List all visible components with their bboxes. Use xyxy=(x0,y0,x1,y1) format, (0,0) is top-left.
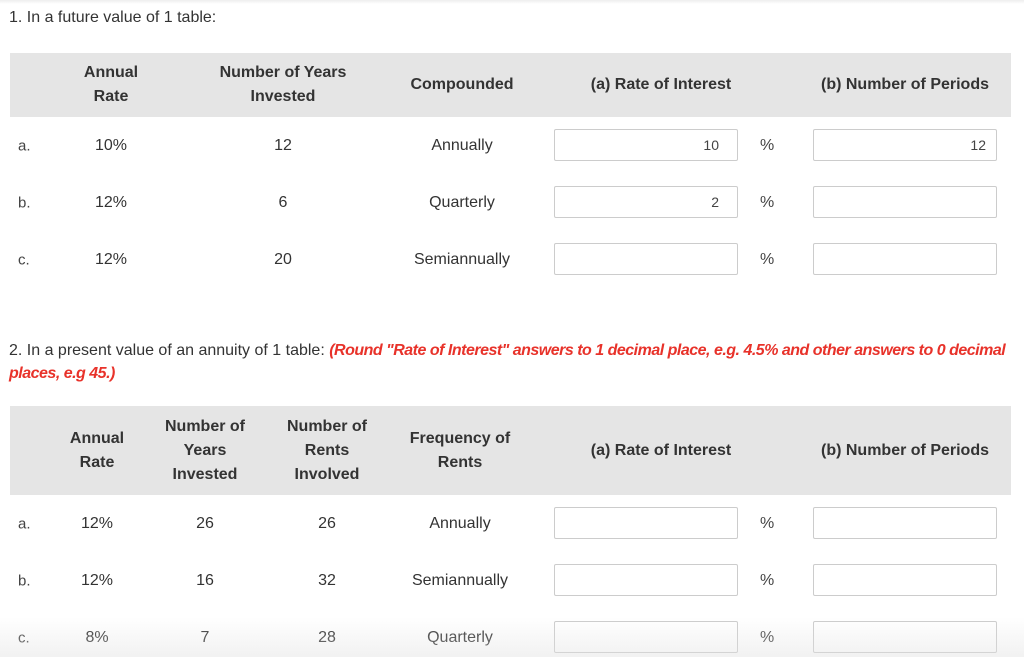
rate-of-interest-input[interactable] xyxy=(554,507,738,539)
top-shadow xyxy=(0,0,1024,4)
q2-table-header: Annual Rate Number of Years Invested Number… xyxy=(10,406,1011,495)
annual-rate: 10% xyxy=(94,137,128,154)
number-of-periods-input[interactable] xyxy=(813,621,997,653)
frequency-of-rents: Quarterly xyxy=(427,629,493,646)
rents-involved: 26 xyxy=(318,515,336,532)
years-invested: 6 xyxy=(278,194,288,211)
years-invested: 20 xyxy=(274,251,292,268)
q2-header-rents: Number of Rents Involved xyxy=(287,418,367,483)
row-label: a. xyxy=(18,515,31,533)
row-label: b. xyxy=(18,572,31,590)
annual-rate: 12% xyxy=(94,251,128,268)
question-2-title: 2. In a present value of an annuity of 1… xyxy=(9,342,1006,382)
percent-sign: % xyxy=(760,515,775,532)
q2-header-annual-rate: Annual Rate xyxy=(69,430,125,471)
row-label: c. xyxy=(18,629,30,647)
annual-rate: 12% xyxy=(80,515,114,532)
number-of-periods-input[interactable] xyxy=(813,243,997,275)
percent-sign: % xyxy=(760,194,775,211)
number-of-periods-input[interactable] xyxy=(813,564,997,596)
years-invested: 12 xyxy=(274,137,292,154)
frequency-of-rents: Semiannually xyxy=(411,572,509,589)
percent-sign: % xyxy=(760,251,775,268)
compounded: Annually xyxy=(431,137,493,154)
q2-header-rate-of-interest: (a) Rate of Interest xyxy=(590,442,732,459)
q2-header-frequency: Frequency of Rents xyxy=(409,430,511,471)
row-label: c. xyxy=(18,251,30,269)
q1-header-years: Number of Years Invested xyxy=(219,64,347,105)
rate-of-interest-input[interactable] xyxy=(554,186,738,218)
rents-involved: 28 xyxy=(318,629,336,646)
q1-header-annual-rate: Annual Rate xyxy=(83,64,139,105)
annual-rate: 12% xyxy=(80,572,114,589)
row-label: a. xyxy=(18,137,31,155)
percent-sign: % xyxy=(760,629,775,646)
rate-of-interest-input[interactable] xyxy=(554,621,738,653)
annual-rate: 8% xyxy=(85,629,109,646)
q1-header-compounded: Compounded xyxy=(410,76,514,93)
years-invested: 26 xyxy=(196,515,214,532)
compounded: Semiannually xyxy=(413,251,511,268)
q2-header-years: Number of Years Invested xyxy=(165,418,245,483)
rents-involved: 32 xyxy=(318,572,336,589)
frequency-of-rents: Annually xyxy=(429,515,491,532)
number-of-periods-input[interactable] xyxy=(813,129,997,161)
number-of-periods-input[interactable] xyxy=(813,507,997,539)
percent-sign: % xyxy=(760,572,775,589)
rate-of-interest-input[interactable] xyxy=(554,243,738,275)
number-of-periods-input[interactable] xyxy=(813,186,997,218)
percent-sign: % xyxy=(760,137,775,154)
years-invested: 7 xyxy=(200,629,210,646)
rate-of-interest-input[interactable] xyxy=(554,564,738,596)
annual-rate: 12% xyxy=(94,194,128,211)
q1-header-rate-of-interest: (a) Rate of Interest xyxy=(590,76,732,93)
question-1-title: 1. In a future value of 1 table: xyxy=(9,9,217,26)
q1-header-number-of-periods: (b) Number of Periods xyxy=(820,76,990,93)
years-invested: 16 xyxy=(196,572,214,589)
compounded: Quarterly xyxy=(429,194,495,211)
q1-table-header: Annual Rate Number of Years Invested Compo… xyxy=(10,53,1011,117)
row-label: b. xyxy=(18,194,31,212)
q2-header-number-of-periods: (b) Number of Periods xyxy=(820,442,990,459)
rate-of-interest-input[interactable] xyxy=(554,129,738,161)
